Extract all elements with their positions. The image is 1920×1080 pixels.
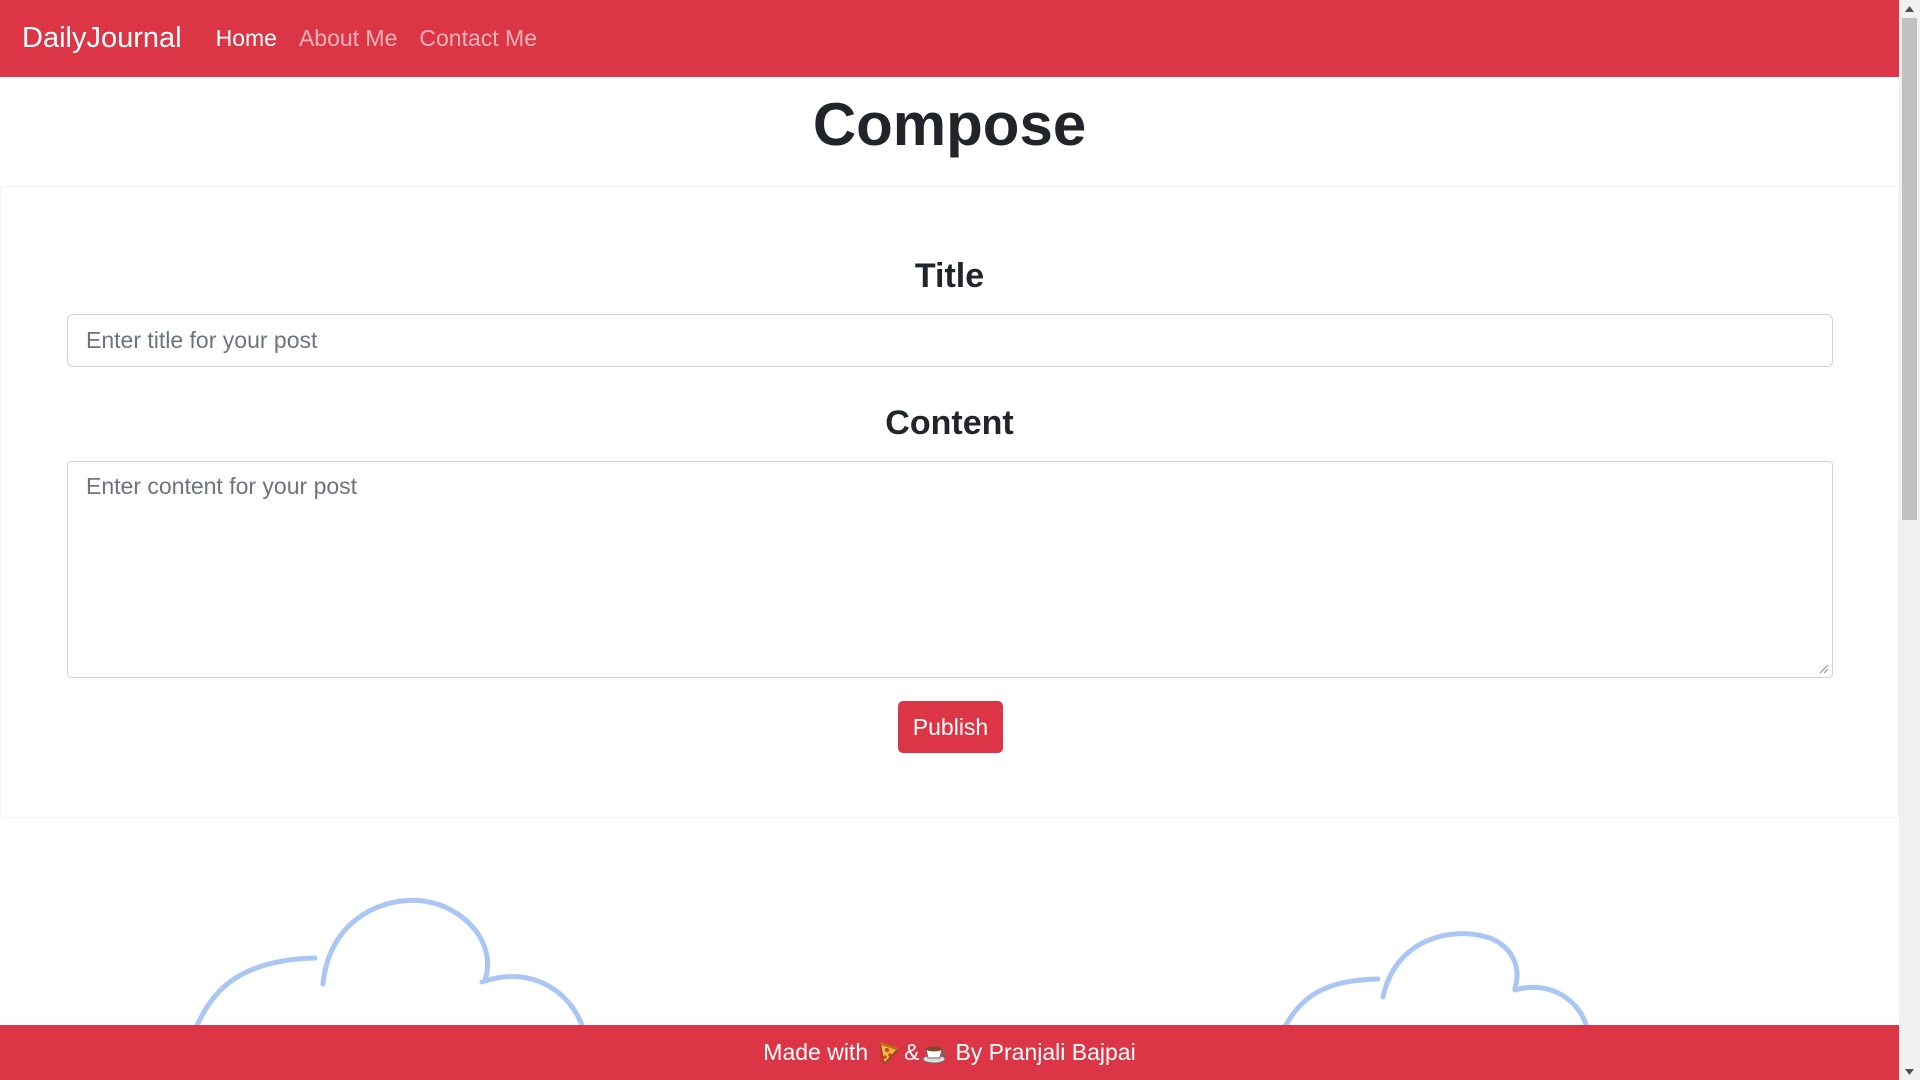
- coffee-icon: [922, 1046, 947, 1063]
- compose-card: Title Enter title for your post Content …: [0, 186, 1899, 818]
- footer: Made with & By Pranjali Bajpai: [0, 1025, 1899, 1080]
- title-input[interactable]: Enter title for your post: [67, 314, 1833, 367]
- content-textarea-placeholder: Enter content for your post: [86, 473, 358, 499]
- resize-handle-icon[interactable]: [1817, 662, 1829, 674]
- nav-link-home[interactable]: Home: [216, 27, 277, 50]
- cloud-decoration: [194, 897, 1589, 1025]
- content-heading: Content: [885, 404, 1014, 442]
- browser-viewport: DailyJournal Home About Me Contact Me Co…: [0, 0, 1920, 1080]
- publish-button[interactable]: Publish: [898, 701, 1003, 753]
- page-content: DailyJournal Home About Me Contact Me Co…: [0, 0, 1899, 1080]
- pizza-icon: [879, 1041, 900, 1066]
- footer-ampersand: &: [904, 1039, 920, 1065]
- page-title: Compose: [812, 91, 1087, 158]
- nav-link-contact[interactable]: Contact Me: [419, 27, 537, 50]
- vertical-scrollbar[interactable]: [1899, 0, 1920, 1080]
- content-textarea[interactable]: Enter content for your post: [67, 461, 1833, 678]
- cloud-right-icon: [1282, 931, 1589, 1025]
- title-heading: Title: [914, 257, 985, 295]
- footer-text-before: Made with: [763, 1039, 869, 1065]
- footer-text-after: By Pranjali Bajpai: [955, 1039, 1136, 1065]
- scroll-up-arrow-icon[interactable]: [1899, 0, 1920, 17]
- scroll-down-arrow-icon[interactable]: [1899, 1063, 1920, 1080]
- cloud-left-icon: [194, 897, 585, 1025]
- nav-link-about[interactable]: About Me: [299, 27, 397, 50]
- brand-link[interactable]: DailyJournal: [22, 24, 182, 53]
- title-input-placeholder: Enter title for your post: [86, 327, 318, 353]
- navbar: DailyJournal Home About Me Contact Me: [0, 0, 1899, 77]
- scrollbar-thumb[interactable]: [1902, 18, 1917, 520]
